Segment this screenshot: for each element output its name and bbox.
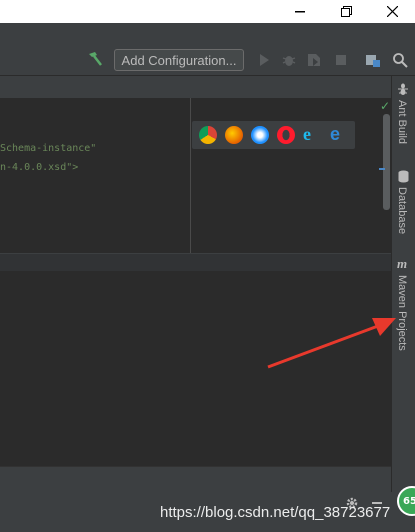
restore-icon xyxy=(340,6,352,17)
side-tab-ant-build[interactable]: Ant Build xyxy=(396,100,408,144)
safari-icon[interactable] xyxy=(251,126,269,144)
close-button[interactable] xyxy=(369,0,415,23)
ant-icon xyxy=(398,83,408,95)
status-bar xyxy=(0,466,391,493)
watermark-url: https://blog.csdn.net/qq_38723677 xyxy=(160,504,391,521)
pane-divider[interactable] xyxy=(0,253,391,272)
maven-icon: m xyxy=(397,256,408,271)
editor-scrollbar[interactable] xyxy=(383,114,390,210)
restore-button[interactable] xyxy=(323,0,369,23)
lower-editor-area[interactable] xyxy=(0,271,391,466)
project-structure-icon[interactable] xyxy=(365,52,381,68)
editor-tab-strip xyxy=(0,76,391,98)
minimize-icon xyxy=(295,10,305,12)
debug-icon[interactable] xyxy=(281,52,297,68)
search-icon[interactable] xyxy=(392,52,408,68)
opera-icon[interactable] xyxy=(277,126,295,144)
edge-icon[interactable]: e xyxy=(330,124,340,145)
stop-icon[interactable] xyxy=(333,52,349,68)
side-tab-maven-projects[interactable]: Maven Projects xyxy=(396,275,408,351)
chrome-icon[interactable] xyxy=(199,126,217,144)
run-coverage-icon[interactable] xyxy=(306,52,322,68)
close-icon xyxy=(386,6,398,17)
ie-icon[interactable]: e xyxy=(303,124,311,145)
minimize-button[interactable] xyxy=(277,0,323,23)
database-icon xyxy=(398,170,409,183)
side-tab-database[interactable]: Database xyxy=(396,187,408,234)
error-stripe-marker[interactable] xyxy=(379,168,385,170)
code-line: Schema-instance" xyxy=(0,143,97,154)
run-icon[interactable] xyxy=(256,52,272,68)
inspection-ok-icon: ✓ xyxy=(380,99,391,113)
add-configuration-button[interactable]: Add Configuration... xyxy=(114,49,244,71)
code-line: n-4.0.0.xsd"> xyxy=(0,162,79,173)
firefox-icon[interactable] xyxy=(225,126,243,144)
build-hammer-icon[interactable] xyxy=(86,50,104,68)
